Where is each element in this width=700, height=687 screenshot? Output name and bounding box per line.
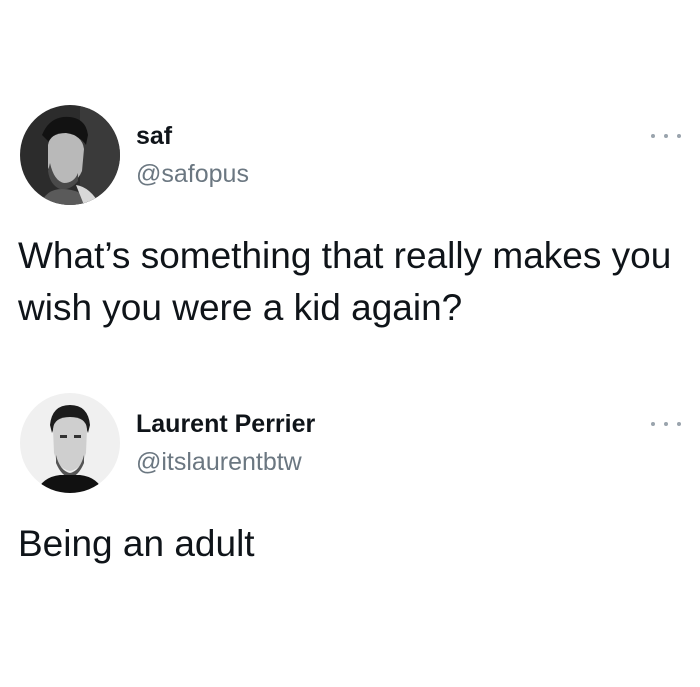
- avatar-saf[interactable]: [20, 105, 120, 205]
- more-options-icon[interactable]: [651, 419, 681, 429]
- author-handle[interactable]: @itslaurentbtw: [136, 448, 302, 477]
- avatar-laurent[interactable]: [20, 393, 120, 493]
- profile-photo-icon: [20, 105, 120, 205]
- profile-photo-icon: [20, 393, 120, 493]
- tweet-laurent: Laurent Perrier @itslaurentbtw Being an …: [0, 380, 700, 687]
- more-options-icon[interactable]: [651, 131, 681, 141]
- tweet-saf: saf @safopus What’s something that reall…: [0, 0, 700, 380]
- author-name[interactable]: saf: [136, 122, 172, 151]
- tweet-text: What’s something that really makes you w…: [18, 235, 672, 328]
- author-name[interactable]: Laurent Perrier: [136, 410, 315, 439]
- tweet-text: Being an adult: [18, 523, 255, 564]
- author-handle[interactable]: @safopus: [136, 160, 249, 189]
